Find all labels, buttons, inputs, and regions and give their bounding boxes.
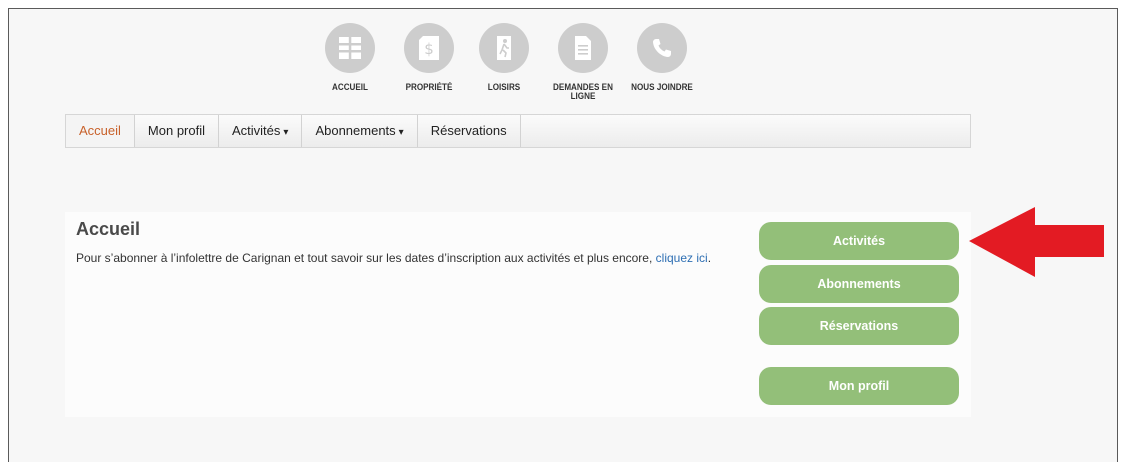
top-nav-propriete[interactable]: $ PROPRIÉTÉ [394, 23, 464, 92]
newsletter-link[interactable]: cliquez ici [656, 251, 708, 265]
page-title: Accueil [76, 219, 141, 239]
top-icon-bar: ACCUEIL $ PROPRIÉTÉ LOISIRS DEMANDES EN … [9, 9, 1117, 115]
caret-down-icon: ▾ [398, 127, 404, 138]
intro-end: . [707, 251, 712, 265]
page-frame: ACCUEIL $ PROPRIÉTÉ LOISIRS DEMANDES EN … [8, 8, 1118, 462]
top-nav-label: NOUS JOINDRE [631, 82, 693, 92]
top-nav-label: LOISIRS [487, 82, 521, 92]
nav-label: Abonnements [315, 123, 396, 138]
top-nav-loisirs[interactable]: LOISIRS [469, 23, 539, 92]
nav-label: Réservations [430, 123, 507, 138]
annotation-arrow-icon [969, 207, 1104, 277]
nav-reservations[interactable]: Réservations [418, 115, 521, 147]
top-nav-label: DEMANDES EN LIGNE [553, 82, 613, 101]
nav-label: Accueil [79, 123, 121, 138]
building-icon [325, 23, 375, 73]
nav-mon-profil[interactable]: Mon profil [135, 115, 219, 147]
nav-accueil[interactable]: Accueil [66, 115, 135, 147]
reservations-button[interactable]: Réservations [759, 307, 959, 345]
svg-text:$: $ [424, 40, 434, 58]
runner-icon [479, 23, 529, 73]
tax-document-icon: $ [404, 23, 454, 73]
nav-label: Activités [232, 123, 281, 138]
caret-down-icon: ▾ [283, 127, 289, 138]
top-nav-label: ACCUEIL [332, 82, 368, 92]
nav-abonnements[interactable]: Abonnements ▾ [302, 115, 418, 147]
activities-button[interactable]: Activités [759, 222, 959, 260]
main-navbar: Accueil Mon profil Activités ▾ Abonnement… [65, 114, 971, 148]
subscriptions-button[interactable]: Abonnements [759, 265, 959, 303]
top-nav-label: PROPRIÉTÉ [405, 82, 453, 92]
phone-icon [637, 23, 687, 73]
top-nav-nous-joindre[interactable]: NOUS JOINDRE [627, 23, 697, 92]
nav-activites[interactable]: Activités ▾ [219, 115, 303, 147]
nav-label: Mon profil [147, 123, 205, 138]
intro-text: Pour s’abonner à l’infolettre de Carigna… [76, 251, 656, 265]
top-nav-demandes[interactable]: DEMANDES EN LIGNE [548, 23, 618, 101]
profile-button[interactable]: Mon profil [759, 367, 959, 405]
top-nav-accueil[interactable]: ACCUEIL [315, 23, 385, 92]
intro-paragraph: Pour s’abonner à l’infolettre de Carigna… [76, 250, 746, 267]
main-content: Accueil Pour s’abonner à l’infolettre de… [65, 212, 971, 417]
document-icon [558, 23, 608, 73]
